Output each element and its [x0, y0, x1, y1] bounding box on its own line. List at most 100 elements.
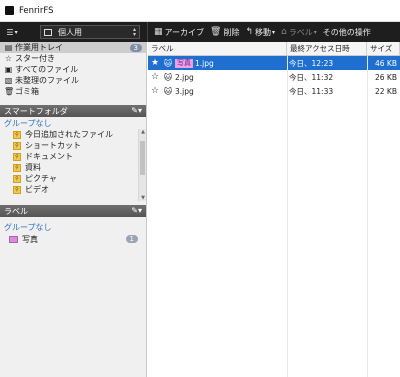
smart-folder-label: ドキュメント [25, 152, 73, 161]
star-icon[interactable]: ☆ [151, 86, 161, 96]
sidebar-item-label: すべてのファイル [15, 65, 79, 74]
image-thumbnail-icon: 🐱 [163, 86, 173, 96]
title-bar: FenrirFS [0, 0, 400, 22]
sidebar-item[interactable]: ▣ すべてのファイル [0, 64, 146, 75]
edit-icon[interactable]: ✎▾ [131, 206, 142, 215]
move-label: 移動 [255, 27, 272, 37]
file-accessed: 今日、11:33 [289, 86, 334, 96]
smart-folder-icon: ⚲ [13, 163, 21, 172]
column-divider [287, 56, 288, 377]
spinner-icon: ▴ ▾ [132, 26, 136, 38]
scroll-down-icon[interactable]: ▼ [139, 195, 147, 201]
label-tag: 写真 [175, 58, 193, 68]
star-icon[interactable]: ★ [151, 58, 161, 68]
smart-folder-item[interactable]: ⚲ 今日追加されたファイル [0, 129, 146, 140]
delete-label: 削除 [223, 27, 240, 37]
smart-folder-label: ビデオ [25, 185, 49, 194]
chevron-down-icon: ▾ [313, 28, 317, 36]
other-actions-button[interactable]: その他の操作 [323, 27, 371, 38]
file-name-cell: ★ 🐱 写真 1.jpg [148, 56, 287, 70]
label-name: 写真 [22, 234, 38, 244]
smart-folder-icon: ⚲ [13, 174, 21, 183]
move-button[interactable]: ↰ 移動 ▾ [245, 27, 275, 38]
file-name-cell: ☆ 🐱 3.jpg [148, 84, 287, 98]
labels-header: ラベル ✎▾ [0, 205, 146, 217]
file-name: 3.jpg [175, 86, 194, 96]
chevron-down-icon: ▾ [14, 28, 18, 36]
scroll-up-icon[interactable]: ▲ [139, 129, 147, 135]
smart-folder-label: 資料 [25, 163, 41, 172]
file-size: 46 KB [375, 58, 397, 68]
image-thumbnail-icon: 🐱 [163, 58, 173, 68]
tag-icon: ⌂ [281, 27, 287, 37]
sidebar-item[interactable]: 🗑 ゴミ箱 [0, 86, 146, 97]
smart-folders-group[interactable]: グループなし [0, 117, 146, 129]
star-icon[interactable]: ☆ [151, 72, 161, 82]
label-button[interactable]: ⌂ ラベル ▾ [281, 27, 317, 38]
smart-folder-list: ⚲ 今日追加されたファイル ⚲ ショートカット ⚲ ドキュメント ⚲ 資料 ⚲ ピクチャ ⚲ ビデオ [0, 129, 146, 195]
file-row[interactable]: ★ 🐱 写真 1.jpg 今日、12:23 46 KB [148, 56, 400, 70]
library-list: ▤ 作業用トレイ 3 ☆ スター付き ▣ すべてのファイル ▧ 未整理のファイル 🗑 ゴミ箱 [0, 42, 146, 97]
smart-folder-item[interactable]: ⚲ ショートカット [0, 140, 146, 151]
column-header-size[interactable]: サイズ [367, 42, 400, 55]
column-header-accessed[interactable]: 最終アクセス日時 [287, 42, 367, 55]
profile-select[interactable]: 個人用 ▴ ▾ [40, 25, 140, 39]
other-actions-label: その他の操作 [322, 27, 371, 37]
file-size: 26 KB [375, 72, 397, 82]
column-divider [367, 56, 368, 377]
sidebar-item[interactable]: ▧ 未整理のファイル [0, 75, 146, 86]
file-list-header: ラベル 最終アクセス日時 サイズ [148, 42, 400, 56]
archive-button[interactable]: ▦ アーカイブ [154, 27, 204, 38]
tray-icon: ▤ [4, 43, 13, 52]
delete-button[interactable]: 🗑 削除 [210, 27, 239, 38]
smart-folder-icon: ⚲ [13, 130, 21, 139]
file-name: 2.jpg [175, 72, 194, 82]
label-item[interactable]: 写真 1 [0, 233, 146, 245]
smart-folder-item[interactable]: ⚲ ビデオ [0, 184, 146, 195]
chevron-down-icon: ▾ [272, 28, 276, 36]
sidebar: ▤ 作業用トレイ 3 ☆ スター付き ▣ すべてのファイル ▧ 未整理のファイル 🗑 ゴミ箱 スマー… [0, 42, 147, 377]
main-menu-button[interactable]: ☰ ▾ [0, 22, 24, 42]
smart-folder-item[interactable]: ⚲ ドキュメント [0, 151, 146, 162]
file-accessed: 今日、11:32 [289, 72, 334, 82]
smart-folder-icon: ⚲ [13, 185, 21, 194]
smart-folder-item[interactable]: ⚲ ピクチャ [0, 173, 146, 184]
archive-label: アーカイブ [164, 27, 205, 37]
label-count: 1 [125, 235, 138, 243]
sidebar-item[interactable]: ☆ スター付き [0, 53, 146, 64]
move-icon: ↰ [245, 27, 254, 37]
toolbar: ☰ ▾ 個人用 ▴ ▾ ▦ アーカイブ 🗑 削除 ↰ 移動 ▾ ⌂ ラベル ▾ その… [0, 22, 400, 42]
menu-icon: ☰ [6, 27, 14, 37]
file-accessed: 今日、12:23 [289, 58, 334, 68]
smart-folders-header: スマートフォルダ ✎▾ [0, 105, 146, 117]
sidebar-item[interactable]: ▤ 作業用トレイ 3 [0, 42, 146, 53]
profile-icon [44, 28, 52, 36]
file-size: 22 KB [375, 86, 397, 96]
smart-folder-icon: ⚲ [13, 152, 21, 161]
count-badge: 3 [129, 43, 142, 52]
label-list: 写真 1 [0, 233, 146, 245]
smart-folder-item[interactable]: ⚲ 資料 [0, 162, 146, 173]
labels-title: ラベル [4, 206, 28, 216]
edit-icon[interactable]: ✎▾ [131, 106, 142, 115]
unsorted-files-icon: ▧ [4, 76, 13, 85]
file-rows: ★ 🐱 写真 1.jpg 今日、12:23 46 KB ☆ 🐱 2.jpg 今日、11:32 26 … [148, 56, 400, 98]
smart-folder-scrollbar[interactable]: ▲ ▼ [138, 129, 146, 201]
trash-icon: 🗑 [210, 27, 222, 37]
window-title: FenrirFS [19, 5, 54, 16]
star-icon: ☆ [4, 54, 13, 63]
scrollbar-thumb[interactable] [140, 141, 145, 175]
file-row[interactable]: ☆ 🐱 2.jpg 今日、11:32 26 KB [148, 70, 400, 84]
all-files-icon: ▣ [4, 65, 13, 74]
labels-group[interactable]: グループなし [0, 221, 146, 233]
smart-folder-label: ショートカット [25, 141, 81, 150]
label-color-swatch [9, 235, 18, 243]
sidebar-item-label: 未整理のファイル [15, 76, 79, 85]
smart-folder-label: ピクチャ [25, 174, 57, 183]
smart-folders-title: スマートフォルダ [4, 106, 68, 116]
sidebar-item-label: スター付き [15, 54, 55, 63]
file-row[interactable]: ☆ 🐱 3.jpg 今日、11:33 22 KB [148, 84, 400, 98]
archive-icon: ▦ [154, 27, 163, 37]
column-header-label[interactable]: ラベル [148, 42, 287, 55]
profile-label: 個人用 [58, 27, 82, 37]
